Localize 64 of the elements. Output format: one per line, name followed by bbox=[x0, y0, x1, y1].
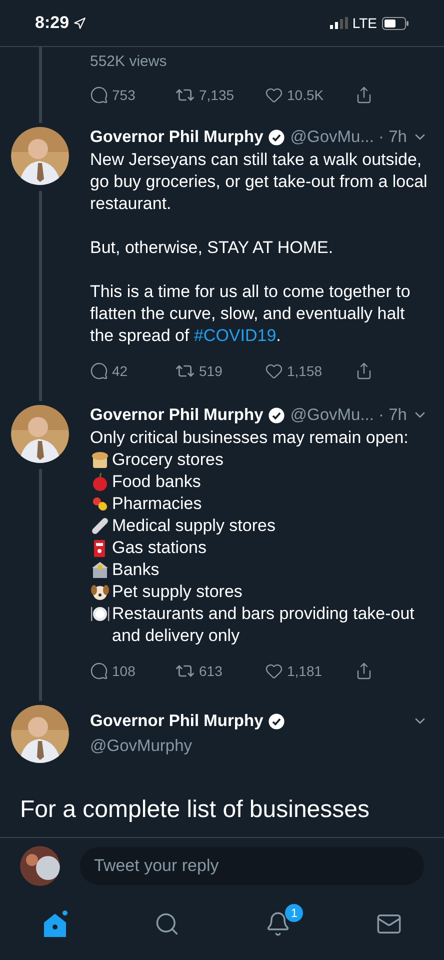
list-item-text: Medical supply stores bbox=[112, 515, 276, 537]
tweet-meta: @GovMu... · 7h bbox=[290, 404, 407, 426]
author-name: Governor Phil Murphy bbox=[90, 404, 264, 426]
reply-button[interactable]: 108 bbox=[90, 660, 175, 682]
author-name: Governor Phil Murphy bbox=[90, 711, 264, 732]
tab-button[interactable]: 1 bbox=[222, 902, 333, 946]
share-button[interactable] bbox=[355, 86, 373, 104]
list-item-text: Grocery stores bbox=[112, 449, 224, 471]
like-button[interactable]: 1,181 bbox=[265, 660, 355, 682]
bell-icon bbox=[264, 911, 290, 937]
verified-badge-icon bbox=[268, 128, 286, 146]
verified-badge-icon bbox=[268, 406, 286, 424]
retweet-button[interactable]: 613 bbox=[175, 660, 265, 682]
notification-badge: 1 bbox=[285, 904, 304, 922]
avatar bbox=[11, 705, 69, 763]
tweet-text: This is a time for us all to come together to flatten the curve, slow, and eventually halt the spread of #COVID19. bbox=[90, 281, 412, 347]
avatar bbox=[11, 405, 69, 463]
list-item-text: Pharmacies bbox=[112, 493, 202, 515]
view-count: 552K views bbox=[90, 52, 168, 72]
share-button[interactable] bbox=[355, 362, 373, 380]
share-icon bbox=[355, 362, 373, 380]
like-button[interactable]: 1,158 bbox=[265, 360, 355, 382]
share-icon bbox=[355, 662, 373, 680]
apple-icon bbox=[90, 472, 110, 492]
tweet-text: But, otherwise, STAY AT HOME. bbox=[90, 237, 334, 259]
reply-button[interactable]: 42 bbox=[90, 360, 175, 382]
plate-icon bbox=[90, 604, 110, 624]
list-item-text: Food banks bbox=[112, 471, 201, 493]
battery-icon bbox=[382, 16, 409, 30]
share-icon bbox=[355, 86, 373, 104]
avatar bbox=[11, 127, 69, 185]
tweet-text: Only critical businesses may remain open: bbox=[90, 427, 410, 449]
like-button[interactable]: 10.5K bbox=[265, 84, 355, 106]
retweet-button[interactable]: 519 bbox=[175, 360, 265, 382]
user-avatar bbox=[20, 846, 60, 886]
tweet-text: New Jerseyans can still take a walk outside, go buy groceries, or get take-out from a local restaurant. bbox=[90, 149, 428, 215]
speech-bubble-icon bbox=[90, 86, 108, 104]
list-item-text: Pet supply stores bbox=[112, 581, 242, 603]
tweet-meta: @GovMu... · 7h bbox=[290, 126, 407, 148]
reply-field[interactable]: Tweet your reply bbox=[80, 847, 424, 885]
list-item-text: Gas stations bbox=[112, 537, 206, 559]
bank-icon bbox=[90, 560, 110, 580]
signal-icon bbox=[330, 17, 348, 29]
speech-bubble-icon bbox=[90, 362, 108, 380]
location-arrow-icon bbox=[73, 16, 86, 30]
author-name: Governor Phil Murphy bbox=[90, 126, 264, 148]
reply-button[interactable]: 753 bbox=[90, 84, 175, 106]
heart-icon bbox=[265, 362, 283, 380]
search-icon bbox=[154, 911, 180, 937]
bread-icon bbox=[90, 450, 110, 470]
hashtag-link[interactable]: #COVID19 bbox=[194, 326, 276, 345]
network-label: LTE bbox=[352, 14, 377, 32]
heart-icon bbox=[265, 86, 283, 104]
verified-badge-icon bbox=[268, 712, 286, 730]
speech-bubble-icon bbox=[90, 662, 108, 680]
heart-icon bbox=[265, 662, 283, 680]
status-time: 8:29 bbox=[35, 12, 70, 34]
retweet-button[interactable]: 7,135 bbox=[175, 84, 265, 106]
list-item-text: Restaurants and bars providing take-out and delivery only bbox=[112, 603, 416, 647]
list-item-text: Banks bbox=[112, 559, 160, 581]
dog-face-icon bbox=[90, 582, 110, 602]
author-handle: @GovMurphy bbox=[90, 736, 194, 757]
tweet-text: For a complete list of businesses bbox=[20, 795, 370, 825]
share-button[interactable] bbox=[355, 662, 373, 680]
